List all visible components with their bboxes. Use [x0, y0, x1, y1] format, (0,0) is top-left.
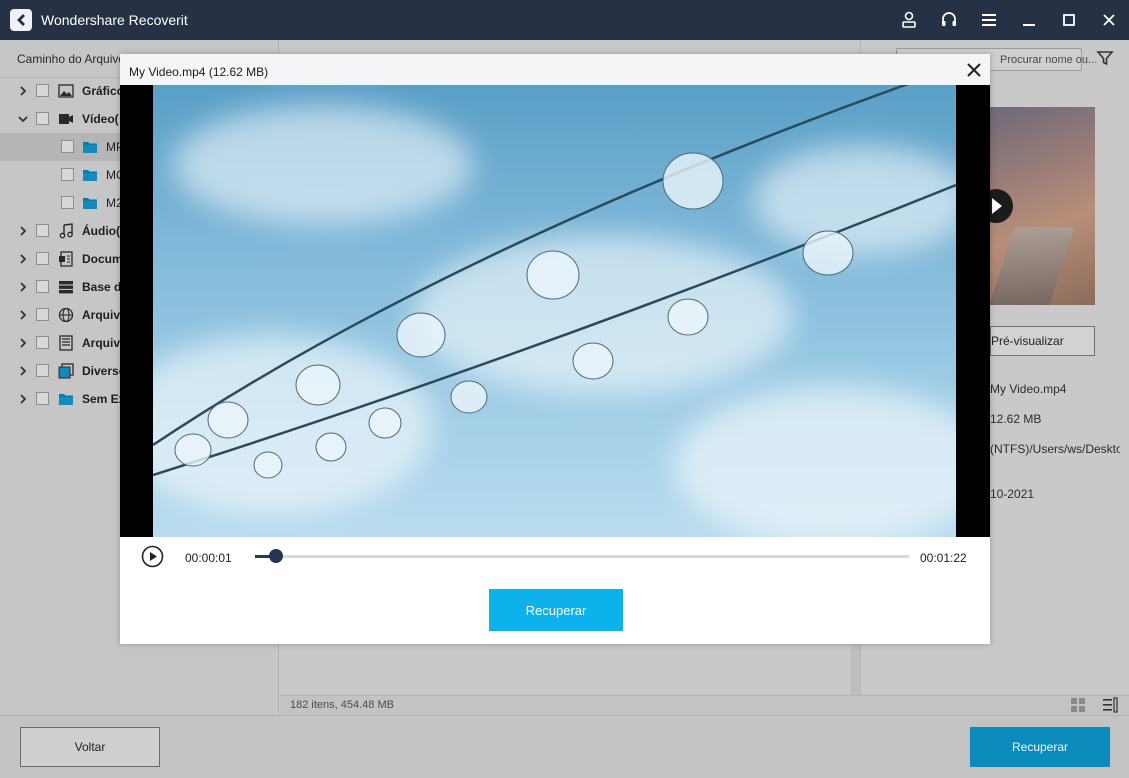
chevron-right-icon[interactable] [18, 357, 28, 385]
preview-file-name: My Video.mp4 [990, 382, 1067, 396]
sidebar-item-label: Vídeo( [82, 112, 119, 126]
current-time: 00:00:01 [185, 551, 232, 565]
item-checkbox[interactable] [36, 112, 49, 125]
grid-view-icon[interactable] [1070, 697, 1086, 713]
account-icon[interactable] [889, 0, 929, 40]
seek-bar-handle[interactable] [268, 549, 283, 563]
chevron-right-icon[interactable] [18, 329, 28, 357]
maximize-icon[interactable] [1049, 0, 1089, 40]
menu-icon[interactable] [969, 0, 1009, 40]
folder-icon [82, 139, 98, 155]
dialog-title: My Video.mp4 (12.62 MB) [129, 65, 269, 79]
dialog-recover-button[interactable]: Recuperar [489, 589, 623, 631]
misc-icon [58, 363, 74, 379]
video-icon [58, 111, 74, 127]
folder-icon [82, 195, 98, 211]
dialog-header: My Video.mp4 (12.62 MB) [120, 54, 990, 85]
search-placeholder: Procurar nome ou... [1000, 54, 1098, 66]
chevron-right-icon[interactable] [18, 301, 28, 329]
item-checkbox[interactable] [36, 336, 49, 349]
support-headset-icon[interactable] [929, 0, 969, 40]
list-view-icon[interactable] [1102, 697, 1118, 713]
chevron-right-icon[interactable] [18, 273, 28, 301]
status-bar [280, 695, 1129, 715]
filter-icon[interactable] [1096, 49, 1114, 67]
app-title: Wondershare Recoverit [41, 12, 188, 28]
string-lights-illustration [153, 85, 956, 479]
close-window-icon[interactable] [1089, 0, 1129, 40]
recoverit-logo-icon [10, 9, 32, 31]
minimize-icon[interactable] [1009, 0, 1049, 40]
preview-file-size: 12.62 MB [990, 412, 1042, 426]
item-checkbox[interactable] [36, 392, 49, 405]
video-player[interactable] [120, 85, 990, 537]
item-checkbox[interactable] [61, 168, 74, 181]
item-checkbox[interactable] [36, 224, 49, 237]
back-button[interactable]: Voltar [20, 727, 160, 767]
document-icon [58, 251, 74, 267]
preview-button-label: Pré-visualizar [991, 334, 1064, 348]
sidebar-item-label: Áudio( [82, 224, 120, 238]
item-checkbox[interactable] [61, 140, 74, 153]
title-bar: Wondershare Recoverit [0, 0, 1129, 40]
preview-button[interactable]: Pré-visualizar [990, 326, 1095, 356]
chevron-right-icon[interactable] [18, 77, 28, 105]
seek-bar[interactable] [255, 549, 909, 563]
archive-icon [58, 335, 74, 351]
item-checkbox[interactable] [36, 308, 49, 321]
chevron-right-icon[interactable] [18, 245, 28, 273]
database-icon [58, 279, 74, 295]
bottom-bar [0, 715, 1129, 778]
item-checkbox[interactable] [36, 84, 49, 97]
chevron-down-icon[interactable] [18, 105, 28, 133]
folder-icon [82, 167, 98, 183]
item-checkbox[interactable] [36, 252, 49, 265]
image-icon [58, 83, 74, 99]
preview-file-date: 10-2021 [990, 487, 1035, 501]
video-preview-dialog: My Video.mp4 (12.62 MB) 00:00:01 00:01:2… [120, 54, 990, 644]
preview-file-path: (NTFS)/Users/ws/Desktop [990, 442, 1120, 456]
item-checkbox[interactable] [36, 280, 49, 293]
status-summary: 182 itens, 454.48 MB [290, 699, 394, 711]
player-controls: 00:00:01 00:01:22 [120, 537, 990, 579]
video-frame [153, 85, 956, 537]
recover-button[interactable]: Recuperar [970, 727, 1110, 767]
folder-icon [58, 391, 74, 407]
chevron-right-icon[interactable] [18, 217, 28, 245]
close-dialog-icon[interactable] [965, 61, 983, 79]
chevron-right-icon[interactable] [18, 385, 28, 413]
item-checkbox[interactable] [61, 196, 74, 209]
total-time: 00:01:22 [920, 551, 967, 565]
sidebar-item-label: Sem Ex [82, 392, 126, 406]
audio-icon [58, 223, 74, 239]
web-icon [58, 307, 74, 323]
play-icon[interactable] [141, 545, 164, 568]
item-checkbox[interactable] [36, 364, 49, 377]
